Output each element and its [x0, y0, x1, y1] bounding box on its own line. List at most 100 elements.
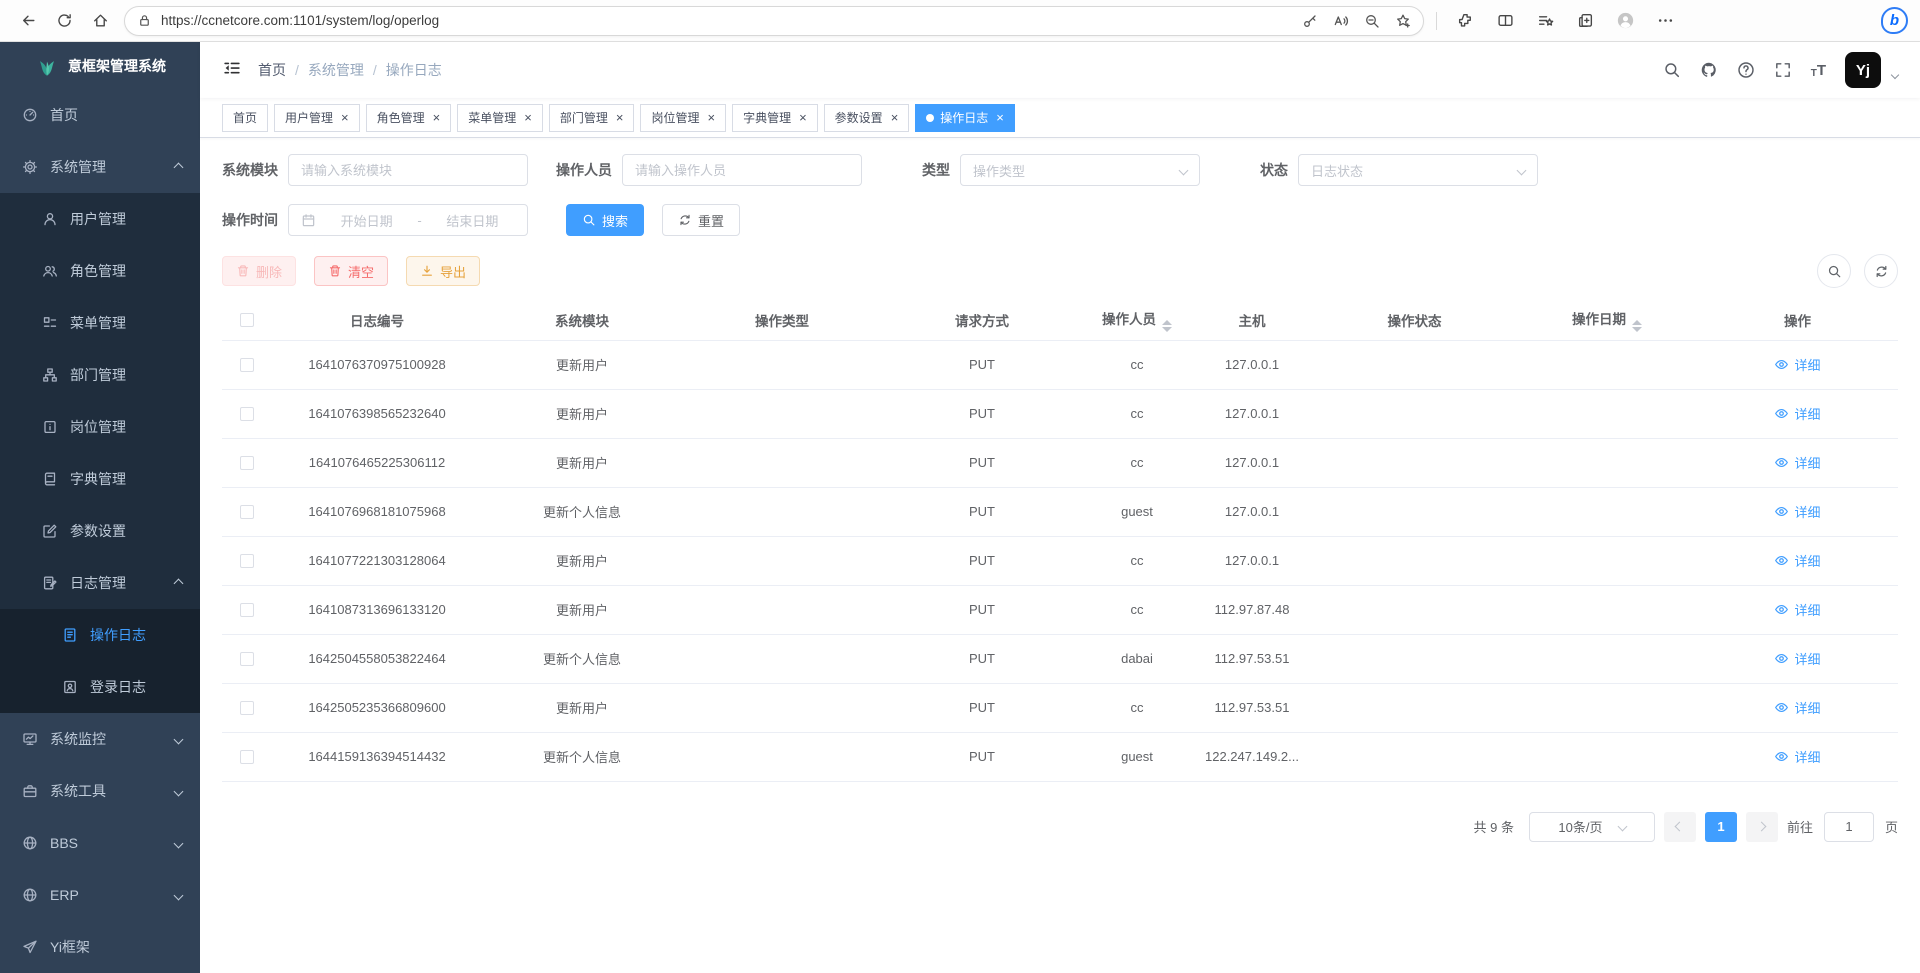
goto-page-input[interactable] — [1824, 812, 1874, 842]
breadcrumb-item[interactable]: 首页 — [258, 60, 286, 80]
sort-icon[interactable] — [1162, 320, 1172, 332]
favorite-add-icon[interactable] — [1395, 13, 1411, 29]
search-button[interactable]: 搜索 — [566, 204, 644, 236]
more-button[interactable] — [1649, 5, 1681, 37]
sidebar-item-system[interactable]: 系统管理 — [0, 141, 200, 193]
row-checkbox[interactable] — [240, 603, 254, 617]
detail-link[interactable]: 详细 — [1774, 649, 1820, 668]
search-icon[interactable] — [1663, 61, 1681, 79]
detail-link[interactable]: 详细 — [1774, 600, 1820, 619]
help-icon[interactable] — [1737, 61, 1755, 79]
row-checkbox[interactable] — [240, 456, 254, 470]
zoom-out-icon[interactable] — [1364, 13, 1380, 29]
row-checkbox[interactable] — [240, 407, 254, 421]
close-icon[interactable]: × — [799, 111, 807, 124]
tab-menu[interactable]: 菜单管理× — [457, 104, 543, 132]
row-checkbox[interactable] — [240, 505, 254, 519]
row-checkbox[interactable] — [240, 652, 254, 666]
tab-operlog[interactable]: 操作日志× — [915, 104, 1015, 132]
sidebar-item-post[interactable]: 岗位管理 — [0, 401, 200, 453]
row-checkbox[interactable] — [240, 554, 254, 568]
sidebar-item-erp[interactable]: ERP — [0, 869, 200, 921]
extensions-button[interactable] — [1449, 5, 1481, 37]
sidebar-item-yi[interactable]: Yi框架 — [0, 921, 200, 973]
sidebar-item-loginlog[interactable]: 登录日志 — [0, 661, 200, 713]
sidebar-toggle-icon[interactable] — [222, 58, 242, 83]
sidebar-item-log[interactable]: 日志管理 — [0, 557, 200, 609]
reset-button[interactable]: 重置 — [662, 204, 740, 236]
close-icon[interactable]: × — [524, 111, 532, 124]
tab-post[interactable]: 岗位管理× — [640, 104, 726, 132]
close-icon[interactable]: × — [996, 111, 1004, 124]
url-text[interactable]: https://ccnetcore.com:1101/system/log/op… — [161, 13, 1302, 28]
clear-button[interactable]: 清空 — [314, 256, 388, 286]
sidebar-item-monitor[interactable]: 系统监控 — [0, 713, 200, 765]
close-icon[interactable]: × — [707, 111, 715, 124]
header-cell-operation-date[interactable]: 操作日期 — [1517, 300, 1697, 340]
row-checkbox[interactable] — [240, 358, 254, 372]
avatar-caret-icon[interactable] — [1891, 71, 1899, 79]
detail-link[interactable]: 详细 — [1774, 551, 1820, 570]
sidebar-item-bbs[interactable]: BBS — [0, 817, 200, 869]
tab-dict[interactable]: 字典管理× — [732, 104, 818, 132]
page-size-select[interactable]: 10条/页 — [1529, 812, 1655, 842]
github-icon[interactable] — [1700, 61, 1718, 79]
font-size-icon[interactable]: TT — [1811, 62, 1826, 79]
copilot-icon[interactable]: b — [1881, 7, 1908, 34]
close-icon[interactable]: × — [891, 111, 899, 124]
page-number-button[interactable]: 1 — [1705, 812, 1737, 842]
app-logo[interactable]: 意框架管理系统 — [0, 42, 200, 89]
sort-icon[interactable] — [1632, 320, 1642, 332]
split-screen-button[interactable] — [1489, 5, 1521, 37]
back-button[interactable] — [12, 5, 44, 37]
detail-link[interactable]: 详细 — [1774, 355, 1820, 374]
sidebar-item-menu[interactable]: 菜单管理 — [0, 297, 200, 349]
operation-type-select[interactable]: 操作类型 — [960, 154, 1200, 186]
detail-link[interactable]: 详细 — [1774, 502, 1820, 521]
address-bar[interactable]: https://ccnetcore.com:1101/system/log/op… — [124, 6, 1424, 36]
refresh-button[interactable] — [48, 5, 80, 37]
column-label: 系统模块 — [555, 314, 609, 329]
sidebar-item-param[interactable]: 参数设置 — [0, 505, 200, 557]
tab-home[interactable]: 首页 — [222, 104, 268, 132]
close-icon[interactable]: × — [341, 111, 349, 124]
prev-page-button[interactable] — [1664, 812, 1696, 842]
tab-actions-button[interactable] — [1569, 5, 1601, 37]
row-checkbox[interactable] — [240, 701, 254, 715]
profile-button[interactable] — [1609, 5, 1641, 37]
key-icon[interactable] — [1302, 13, 1318, 29]
tab-param[interactable]: 参数设置× — [824, 104, 910, 132]
refresh-table-button[interactable] — [1864, 254, 1898, 288]
sidebar-item-user[interactable]: 用户管理 — [0, 193, 200, 245]
next-page-button[interactable] — [1746, 812, 1778, 842]
sidebar-item-dept[interactable]: 部门管理 — [0, 349, 200, 401]
sidebar-item-dict[interactable]: 字典管理 — [0, 453, 200, 505]
sidebar-item-home[interactable]: 首页 — [0, 89, 200, 141]
home-button[interactable] — [84, 5, 116, 37]
show-search-button[interactable] — [1817, 254, 1851, 288]
detail-link[interactable]: 详细 — [1774, 404, 1820, 423]
collections-button[interactable] — [1529, 5, 1561, 37]
tab-dept[interactable]: 部门管理× — [549, 104, 635, 132]
tab-role[interactable]: 角色管理× — [366, 104, 452, 132]
detail-link[interactable]: 详细 — [1774, 698, 1820, 717]
date-range-picker[interactable]: 开始日期 - 结束日期 — [288, 204, 528, 236]
sidebar-item-tool[interactable]: 系统工具 — [0, 765, 200, 817]
sidebar-item-role[interactable]: 角色管理 — [0, 245, 200, 297]
read-aloud-icon[interactable] — [1333, 13, 1349, 29]
detail-link[interactable]: 详细 — [1774, 453, 1820, 472]
close-icon[interactable]: × — [433, 111, 441, 124]
detail-link[interactable]: 详细 — [1774, 747, 1820, 766]
operator-input[interactable] — [622, 154, 862, 186]
close-icon[interactable]: × — [616, 111, 624, 124]
sidebar-item-operlog[interactable]: 操作日志 — [0, 609, 200, 661]
select-all-checkbox[interactable] — [240, 313, 254, 327]
row-checkbox[interactable] — [240, 750, 254, 764]
tab-user[interactable]: 用户管理× — [274, 104, 360, 132]
system-module-input[interactable] — [288, 154, 528, 186]
fullscreen-icon[interactable] — [1774, 61, 1792, 79]
user-avatar[interactable]: Yj — [1845, 52, 1881, 88]
header-cell-operator[interactable]: 操作人员 — [1082, 300, 1192, 340]
export-button[interactable]: 导出 — [406, 256, 480, 286]
log-status-select[interactable]: 日志状态 — [1298, 154, 1538, 186]
